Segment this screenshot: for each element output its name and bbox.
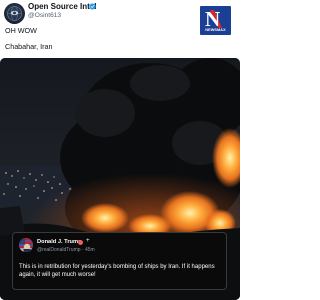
author-avatar[interactable] — [4, 3, 25, 24]
author-name[interactable]: Open Source Intel — [28, 2, 96, 11]
embedded-author-handle[interactable]: @realDonaldTrump · 45m — [37, 247, 95, 253]
embedded-post[interactable]: Donald J. Trump + @realDonaldTrump · 45m… — [12, 232, 227, 290]
embedded-post-text: This is in retribution for yesterday's b… — [19, 264, 215, 278]
globe-eye-icon — [7, 6, 22, 21]
embedded-author-avatar[interactable] — [19, 238, 33, 252]
post-text-line-1: OH WOW — [5, 26, 37, 35]
post-text-line-2: Chabahar, Iran — [5, 42, 53, 51]
add-icon[interactable]: + — [86, 237, 90, 244]
verified-badge-icon — [89, 3, 96, 10]
truth-badge-icon — [78, 240, 83, 245]
embedded-author-name[interactable]: Donald J. Trump — [37, 239, 82, 245]
newsmax-logo: N NEWSMAX — [200, 6, 231, 35]
newsmax-wordmark: NEWSMAX — [205, 28, 226, 32]
flag-avatar-icon — [19, 238, 33, 252]
post-header: Open Source Intel @Osint613 N NEWSMAX OH… — [0, 0, 240, 60]
author-handle[interactable]: @Osint613 — [28, 12, 61, 19]
